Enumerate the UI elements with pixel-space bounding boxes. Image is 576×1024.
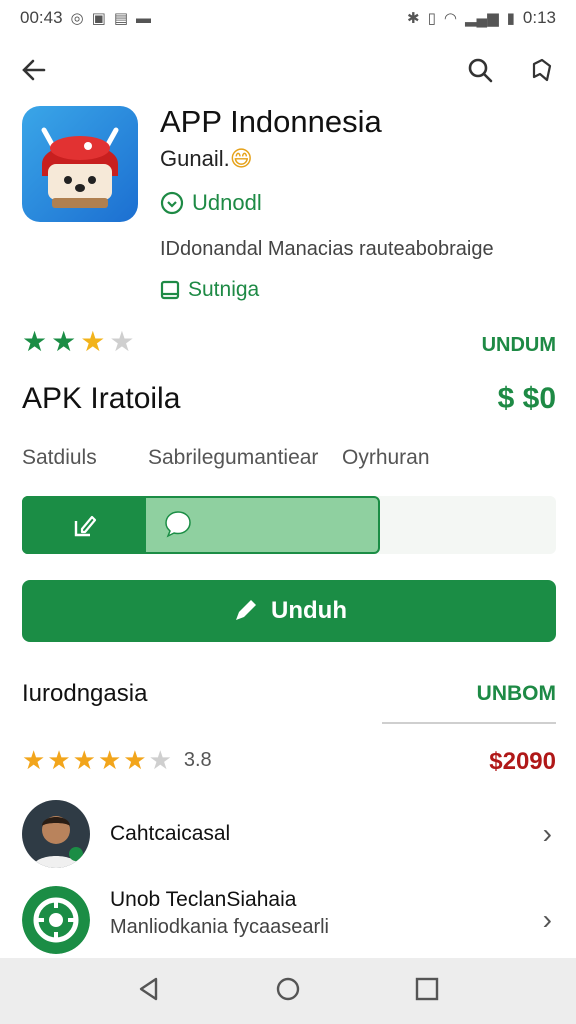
app-developer[interactable]: Gunail.😄 [160, 146, 253, 172]
signal-icon: ▂▄▆ [464, 10, 499, 27]
avatar [22, 800, 90, 868]
app-icon [22, 106, 138, 222]
star-filled-icon: ★ [80, 326, 106, 357]
status-time-left: 00:43 [20, 8, 63, 27]
star-filled-icon: ★ [97, 745, 122, 775]
status-right: ✱ ▯ ◠ ▂▄▆ ▮ 0:13 [407, 8, 556, 28]
photo-icon: ▤ [113, 10, 129, 27]
review-price: $2090 [489, 748, 556, 775]
app-category-label: Sutniga [188, 278, 260, 301]
search-icon [468, 58, 493, 83]
progress-cap[interactable] [22, 496, 146, 554]
status-left: 00:43 ◎ ▣ ▤ ▬ [20, 8, 151, 28]
star-filled-icon: ★ [22, 326, 48, 357]
star-empty-icon: ★ [109, 326, 135, 357]
nav-home-button[interactable] [275, 976, 301, 1007]
rating-link[interactable]: UNDUM [482, 334, 556, 357]
square-recents-icon [415, 977, 438, 1000]
apk-price: $ $0 [497, 382, 556, 415]
share-icon [532, 58, 552, 82]
tab-info[interactable]: Sabrilegumantiear [148, 446, 318, 470]
star-filled-icon: ★ [51, 326, 77, 357]
list-item[interactable]: Cahtcaicasal › [22, 800, 556, 870]
battery-icon: ▮ [506, 10, 515, 27]
bluetooth-icon: ✱ [407, 10, 420, 27]
star-empty-icon: ★ [148, 745, 172, 775]
category-icon [160, 280, 180, 300]
back-button[interactable] [14, 50, 54, 90]
check-circle-icon [160, 191, 184, 215]
star-filled-icon: ★ [22, 745, 46, 775]
star-filled-icon: ★ [72, 745, 96, 775]
rating-stars: ★ ★ ★ ★ [22, 328, 134, 356]
media-icon: ▣ [91, 10, 106, 27]
tabs-row: Satdiuls Sabrilegumantiear Oyrhuran [22, 446, 556, 474]
nav-recents-button[interactable] [414, 976, 440, 1007]
tab-reviews[interactable]: Oyrhuran [342, 446, 430, 470]
review-row: ★ ★ ★ ★ ★ ★ 3.8 [22, 746, 212, 774]
download-button[interactable]: Unduh [22, 580, 556, 642]
status-time-right: 0:13 [522, 8, 556, 27]
edit-icon [74, 515, 97, 537]
top-app-bar [0, 44, 576, 96]
system-nav-bar [0, 958, 576, 1024]
nfc-icon: ▯ [427, 10, 436, 27]
list-item-subtitle: Manliodkania fycaasearli [110, 916, 330, 938]
list-item-title: Cahtcaicasal [110, 822, 231, 845]
star-filled-icon: ★ [47, 745, 71, 775]
share-button[interactable] [522, 50, 562, 90]
wifi-icon: ◠ [443, 10, 457, 27]
section-divider [382, 722, 556, 724]
app-status: Udnodl [160, 190, 262, 216]
review-score: 3.8 [183, 748, 212, 771]
mail-icon: ▬ [136, 9, 152, 27]
download-label: Unduh [271, 597, 347, 624]
app-category[interactable]: Sutniga [160, 278, 259, 302]
app-status-label: Udnodl [192, 190, 262, 215]
app-mascot-icon [41, 127, 119, 208]
list-item[interactable]: Unob TeclanSiahaia Manliodkania fycaasea… [22, 886, 556, 956]
star-filled-icon: ★ [123, 745, 147, 775]
section-link[interactable]: UNBOM [477, 682, 556, 706]
app-logo-avatar [22, 886, 90, 954]
notification-icon: ◎ [70, 10, 84, 27]
chevron-right-icon: › [542, 818, 552, 849]
smile-emoji-icon: 😄 [229, 146, 253, 171]
back-arrow-icon [22, 59, 46, 81]
status-bar: 00:43 ◎ ▣ ▤ ▬ ✱ ▯ ◠ ▂▄▆ ▮ 0:13 [0, 0, 576, 36]
tab-details[interactable]: Satdiuls [22, 446, 97, 470]
chat-bubble-icon [162, 508, 194, 540]
search-button[interactable] [460, 50, 500, 90]
apk-title: APK Iratoila [22, 382, 181, 415]
nav-back-button[interactable] [136, 976, 162, 1007]
download-progress [22, 496, 556, 554]
app-title: APP Indonnesia [160, 104, 382, 139]
section-title: Iurodngasia [22, 680, 148, 707]
review-stars: ★ ★ ★ ★ ★ ★ [22, 746, 172, 774]
developer-name: Gunail. [160, 146, 230, 171]
circle-home-icon [276, 977, 300, 1000]
list-item-title: Unob TeclanSiahaia [110, 888, 297, 911]
pencil-icon [236, 600, 256, 620]
triangle-back-icon [140, 977, 158, 1000]
app-description: IDdonandal Manacias rauteabobraige [160, 238, 494, 260]
chevron-right-icon: › [542, 904, 552, 935]
